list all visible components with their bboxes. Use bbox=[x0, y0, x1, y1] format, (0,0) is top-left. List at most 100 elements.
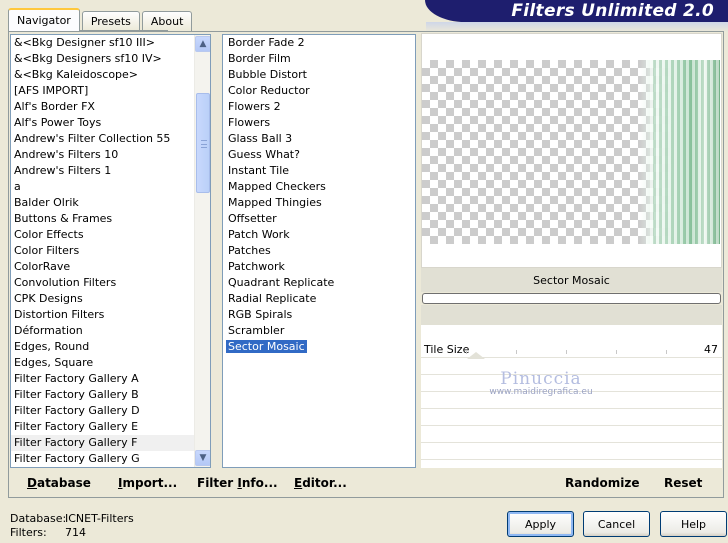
list-item-label: Color Reductor bbox=[228, 84, 310, 97]
import-button[interactable]: Import... bbox=[118, 468, 177, 497]
list-item[interactable]: Distortion Filters bbox=[11, 307, 210, 323]
list-item[interactable]: Sector Mosaic bbox=[223, 339, 415, 355]
list-item[interactable]: Radial Replicate bbox=[223, 291, 415, 307]
list-item-label: Filter Factory Gallery E bbox=[14, 420, 139, 433]
list-item[interactable]: ColorRave bbox=[11, 259, 210, 275]
randomize-button[interactable]: Randomize bbox=[565, 468, 639, 497]
scroll-up-button[interactable]: ▲ bbox=[195, 36, 210, 52]
reset-button[interactable]: Reset bbox=[664, 468, 702, 497]
list-item[interactable]: Convolution Filters bbox=[11, 275, 210, 291]
list-item-label: &<Bkg Kaleidoscope> bbox=[14, 68, 139, 81]
editor-accel: E bbox=[294, 475, 303, 490]
help-button[interactable]: Help bbox=[660, 511, 727, 537]
list-item[interactable]: Flowers 2 bbox=[223, 99, 415, 115]
list-item-label: Patch Work bbox=[228, 228, 290, 241]
list-item[interactable]: Filter Factory Gallery B bbox=[11, 387, 210, 403]
list-item[interactable]: RGB Spirals bbox=[223, 307, 415, 323]
list-item[interactable]: Balder Olrik bbox=[11, 195, 210, 211]
list-item[interactable]: &<Bkg Designers sf10 IV> bbox=[11, 51, 210, 67]
list-item-label: &<Bkg Designer sf10 III> bbox=[14, 36, 156, 49]
list-item[interactable]: Filter Factory Gallery F bbox=[11, 435, 210, 451]
list-item[interactable]: Filter Factory Gallery G bbox=[11, 451, 210, 467]
list-item[interactable]: Color Reductor bbox=[223, 83, 415, 99]
list-item-label: Border Film bbox=[228, 52, 291, 65]
list-item[interactable]: Color Filters bbox=[11, 243, 210, 259]
list-item-label: Patchwork bbox=[228, 260, 285, 273]
editor-label: ditor... bbox=[302, 475, 347, 490]
list-item[interactable]: Filter Factory Gallery A bbox=[11, 371, 210, 387]
list-item[interactable]: Edges, Square bbox=[11, 355, 210, 371]
list-item[interactable]: Déformation bbox=[11, 323, 210, 339]
tab-presets[interactable]: Presets bbox=[81, 11, 140, 31]
grip-icon bbox=[201, 140, 207, 148]
tab-about[interactable]: About bbox=[141, 11, 193, 31]
list-item[interactable]: Filter Factory Gallery E bbox=[11, 419, 210, 435]
tile-size-slider[interactable] bbox=[466, 350, 698, 359]
list-item[interactable]: Alf's Border FX bbox=[11, 99, 210, 115]
list-item-label: Flowers 2 bbox=[228, 100, 281, 113]
list-item[interactable]: Bubble Distort bbox=[223, 67, 415, 83]
filter-list[interactable]: Border Fade 2 Border Film Bubble Distort Co… bbox=[222, 34, 416, 468]
database-status-label: Database: bbox=[10, 512, 67, 525]
param-row-tile-size[interactable]: Tile Size 47 bbox=[421, 342, 722, 359]
import-label: mport... bbox=[122, 475, 178, 490]
param-row-empty bbox=[421, 444, 722, 460]
param-row-empty bbox=[421, 393, 722, 409]
list-item-label: Balder Olrik bbox=[14, 196, 79, 209]
database-label: atabase bbox=[36, 475, 91, 490]
slider-thumb[interactable] bbox=[467, 352, 485, 359]
list-item[interactable]: Buttons & Frames bbox=[11, 211, 210, 227]
list-item[interactable]: a bbox=[11, 179, 210, 195]
list-item[interactable]: Alf's Power Toys bbox=[11, 115, 210, 131]
list-item[interactable]: Glass Ball 3 bbox=[223, 131, 415, 147]
list-item[interactable]: Patch Work bbox=[223, 227, 415, 243]
list-item[interactable]: Color Effects bbox=[11, 227, 210, 243]
apply-button[interactable]: Apply bbox=[507, 511, 574, 537]
list-item-label: Bubble Distort bbox=[228, 68, 307, 81]
list-item-label: Edges, Square bbox=[14, 356, 94, 369]
list-item[interactable]: Guess What? bbox=[223, 147, 415, 163]
preview-art bbox=[640, 60, 720, 244]
list-item-label: Glass Ball 3 bbox=[228, 132, 293, 145]
list-item[interactable]: Mapped Thingies bbox=[223, 195, 415, 211]
list-item-label: Andrew's Filters 10 bbox=[14, 148, 119, 161]
list-item-label: Edges, Round bbox=[14, 340, 90, 353]
list-item-label: Distortion Filters bbox=[14, 308, 105, 321]
scroll-thumb[interactable] bbox=[196, 93, 210, 193]
list-item[interactable]: Patchwork bbox=[223, 259, 415, 275]
list-item[interactable]: Offsetter bbox=[223, 211, 415, 227]
list-item[interactable]: Edges, Round bbox=[11, 339, 210, 355]
list-item[interactable]: [AFS IMPORT] bbox=[11, 83, 210, 99]
list-item[interactable]: CPK Designs bbox=[11, 291, 210, 307]
list-item[interactable]: Scrambler bbox=[223, 323, 415, 339]
scroll-down-button[interactable]: ▼ bbox=[195, 450, 210, 466]
list-item[interactable]: Andrew's Filter Collection 55 bbox=[11, 131, 210, 147]
preview-image[interactable] bbox=[422, 60, 720, 244]
list-item-label: Guess What? bbox=[228, 148, 300, 161]
list-item[interactable]: Andrew's Filters 10 bbox=[11, 147, 210, 163]
list-item[interactable]: Mapped Checkers bbox=[223, 179, 415, 195]
list-item[interactable]: &<Bkg Kaleidoscope> bbox=[11, 67, 210, 83]
filter-info-button[interactable]: Filter Info... bbox=[197, 468, 278, 497]
chevron-up-icon: ▲ bbox=[199, 39, 207, 49]
database-button[interactable]: Database bbox=[27, 468, 91, 497]
list-item[interactable]: Border Fade 2 bbox=[223, 35, 415, 51]
tab-navigator[interactable]: Navigator bbox=[8, 8, 80, 31]
list-item[interactable]: Quadrant Replicate bbox=[223, 275, 415, 291]
list-item[interactable]: Flowers bbox=[223, 115, 415, 131]
list-item-label: Mapped Checkers bbox=[228, 180, 326, 193]
list-item[interactable]: Patches bbox=[223, 243, 415, 259]
database-status-value: ICNET-Filters bbox=[65, 512, 134, 525]
editor-button[interactable]: Editor... bbox=[294, 468, 347, 497]
list-item[interactable]: Filter Factory Gallery D bbox=[11, 403, 210, 419]
filter-info-prefix: Filter bbox=[197, 475, 238, 490]
list-item[interactable]: &<Bkg Designer sf10 III> bbox=[11, 35, 210, 51]
cancel-button[interactable]: Cancel bbox=[583, 511, 650, 537]
list-item[interactable]: Border Film bbox=[223, 51, 415, 67]
filter-items: Border Fade 2 Border Film Bubble Distort Co… bbox=[223, 35, 415, 355]
list-item[interactable]: Andrew's Filters 1 bbox=[11, 163, 210, 179]
category-scrollbar[interactable]: ▲ ▼ bbox=[194, 35, 210, 467]
list-item-label: Sector Mosaic bbox=[226, 340, 307, 353]
category-list[interactable]: &<Bkg Designer sf10 III> &<Bkg Designers … bbox=[10, 34, 211, 468]
list-item[interactable]: Instant Tile bbox=[223, 163, 415, 179]
